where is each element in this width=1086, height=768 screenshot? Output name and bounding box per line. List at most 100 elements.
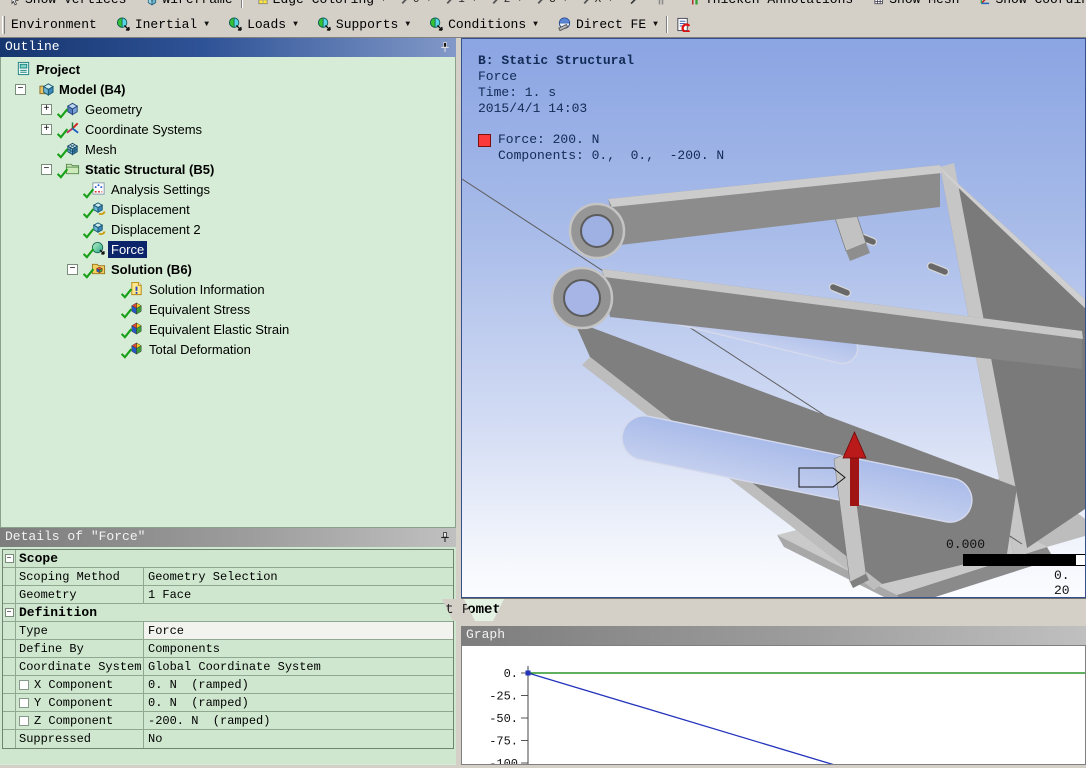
tree-item-equivalent-elastic-strain[interactable]: Equivalent Elastic Strain [1,319,455,339]
status-check-icon [120,347,133,360]
details-value[interactable]: Global Coordinate System [144,658,453,675]
status-check-icon [56,147,69,160]
details-value[interactable]: No [144,730,453,748]
tree-item-label: Solution Information [149,281,265,297]
details-row-suppressed[interactable]: Suppressed No [3,730,453,748]
tree-item-static-structural-b5[interactable]: − Static Structural (B5) [1,159,455,179]
collapse-toggle[interactable]: − [15,83,26,95]
details-row-y-component[interactable]: Y Component 0. N (ramped) [3,694,453,712]
toolbar-button-show-vertices[interactable]: Show Vertices [6,0,129,9]
graph-panel[interactable]: 0. -25. -50. -75. -100 [461,645,1086,768]
dropdown-caret-icon: ▼ [563,0,568,4]
tree-item-label: Project [36,61,81,77]
tree-item-label: Total Deformation [149,341,251,357]
outline-pane-header[interactable]: Outline [0,38,456,57]
menu-conditions[interactable]: Conditions ▼ [426,15,541,34]
details-value[interactable]: 0. N (ramped) [144,676,453,693]
2-icon [491,0,503,6]
collapse-toggle[interactable]: − [67,263,78,275]
bars-icon [655,0,667,6]
toolbar-grip[interactable] [2,15,5,34]
menu-direct-fe[interactable]: Direct FE ▼ [554,15,661,34]
toolbar-button-show-mesh[interactable]: Show Mesh [870,0,962,9]
dropdown-caret-icon: ▼ [608,0,613,4]
menu-supports[interactable]: Supports ▼ [314,15,413,34]
graph-pane-header[interactable]: Graph [461,626,1086,645]
pin-icon[interactable] [439,41,451,54]
component-checkbox[interactable] [19,679,29,690]
toolbar-button-x[interactable]: X▼ [579,0,616,8]
collapse-toggle[interactable]: − [4,608,14,617]
component-checkbox[interactable] [19,697,29,708]
toolbar-button-arrow[interactable] [626,0,644,8]
collapse-toggle[interactable]: − [4,554,14,563]
bracket-3d-model[interactable] [462,39,1086,598]
tree-item-project[interactable]: Project [1,59,455,79]
annotation-line: Time: 1. s [478,85,557,100]
details-row-geometry[interactable]: Geometry 1 Face [3,586,453,604]
tree-item-solution-information[interactable]: Solution Information [1,279,455,299]
expand-toggle[interactable]: + [41,123,52,135]
worksheet-chart-button[interactable] [673,15,694,34]
tree-item-displacement-2[interactable]: Displacement 2 [1,219,455,239]
tree-item-geometry[interactable]: + Geometry [1,99,455,119]
toolbar-button-3[interactable]: 3▼ [533,0,570,8]
toolbar-button-edge-coloring[interactable]: Edge Coloring▼ [254,0,389,9]
details-value[interactable]: Components [144,640,453,657]
tree-item-label: Displacement 2 [111,221,201,237]
toolbar-button-bars[interactable] [652,0,670,8]
details-row-type[interactable]: Type Force [3,622,453,640]
tree-item-analysis-settings[interactable]: Analysis Settings [1,179,455,199]
outline-title: Outline [5,39,60,54]
tree-item-label: Geometry [85,101,143,117]
toolbar-separator [240,0,243,8]
toolbar-button-1[interactable]: 1▼ [442,0,479,8]
pin-icon[interactable] [439,531,451,544]
details-value[interactable]: Force [144,622,453,639]
details-category-definition[interactable]: − Definition [3,604,453,622]
legend-color-swatch [478,133,491,147]
0-icon [400,0,412,6]
scale-ruler-min-label: 0.000 [946,537,986,552]
tree-item-displacement[interactable]: Displacement [1,199,455,219]
toolbar-button-wireframe[interactable]: Wireframe [143,0,235,9]
details-pane-header[interactable]: Details of "Force" [0,528,456,547]
collapse-toggle[interactable]: − [41,163,52,175]
tree-item-force[interactable]: Force [1,239,455,259]
menu-label-inertial: Inertial [134,17,198,32]
toolbar-button-0[interactable]: 0▼ [397,0,434,8]
status-check-icon [82,247,95,260]
details-label: Type [16,622,144,639]
menu-loads[interactable]: Loads ▼ [225,15,301,34]
details-category-scope[interactable]: − Scope [3,550,453,568]
toolbar-button-2[interactable]: 2▼ [488,0,525,8]
tree-item-solution-b6[interactable]: − Solution (B6) [1,259,455,279]
tree-item-mesh[interactable]: Mesh [1,139,455,159]
details-row-z-component[interactable]: Z Component -200. N (ramped) [3,712,453,730]
details-value[interactable]: 1 Face [144,586,453,603]
details-label: Geometry [16,586,144,603]
tree-item-equivalent-stress[interactable]: Equivalent Stress [1,299,455,319]
details-row-define-by[interactable]: Define By Components [3,640,453,658]
tree-item-model-b4[interactable]: − Model (B4) [1,79,455,99]
expand-toggle[interactable]: + [41,103,52,115]
details-row-coordinate-system[interactable]: Coordinate System Global Coordinate Syste… [3,658,453,676]
details-row-x-component[interactable]: X Component 0. N (ramped) [3,676,453,694]
tree-item-total-deformation[interactable]: Total Deformation [1,339,455,359]
details-value[interactable]: Geometry Selection [144,568,453,585]
toolbar-button-thicken-annotations[interactable]: Thicken Annotations [686,0,856,9]
component-checkbox[interactable] [19,715,29,726]
tree-item-label: Displacement [111,201,190,217]
details-value[interactable]: 0. N (ramped) [144,694,453,711]
details-value[interactable]: -200. N (ramped) [144,712,453,729]
legend-force-value: Force: 200. N [498,132,600,147]
environment-button[interactable]: Environment [8,15,100,34]
details-row-scoping-method[interactable]: Scoping Method Geometry Selection [3,568,453,586]
menu-inertial[interactable]: Inertial ▼ [113,15,212,34]
outline-tree: Project − Model (B4) + Geometry + Coordinate S… [0,57,456,528]
graph-title: Graph [466,627,506,642]
tree-item-coordinate-systems[interactable]: + Coordinate Systems [1,119,455,139]
toolbar-button-show-coordinate-s[interactable]: Show Coordinate S [976,0,1086,9]
geometry-viewport[interactable]: B: Static Structural Force Time: 1. s 2015… [461,38,1086,598]
menu-label-conditions: Conditions [448,17,527,32]
